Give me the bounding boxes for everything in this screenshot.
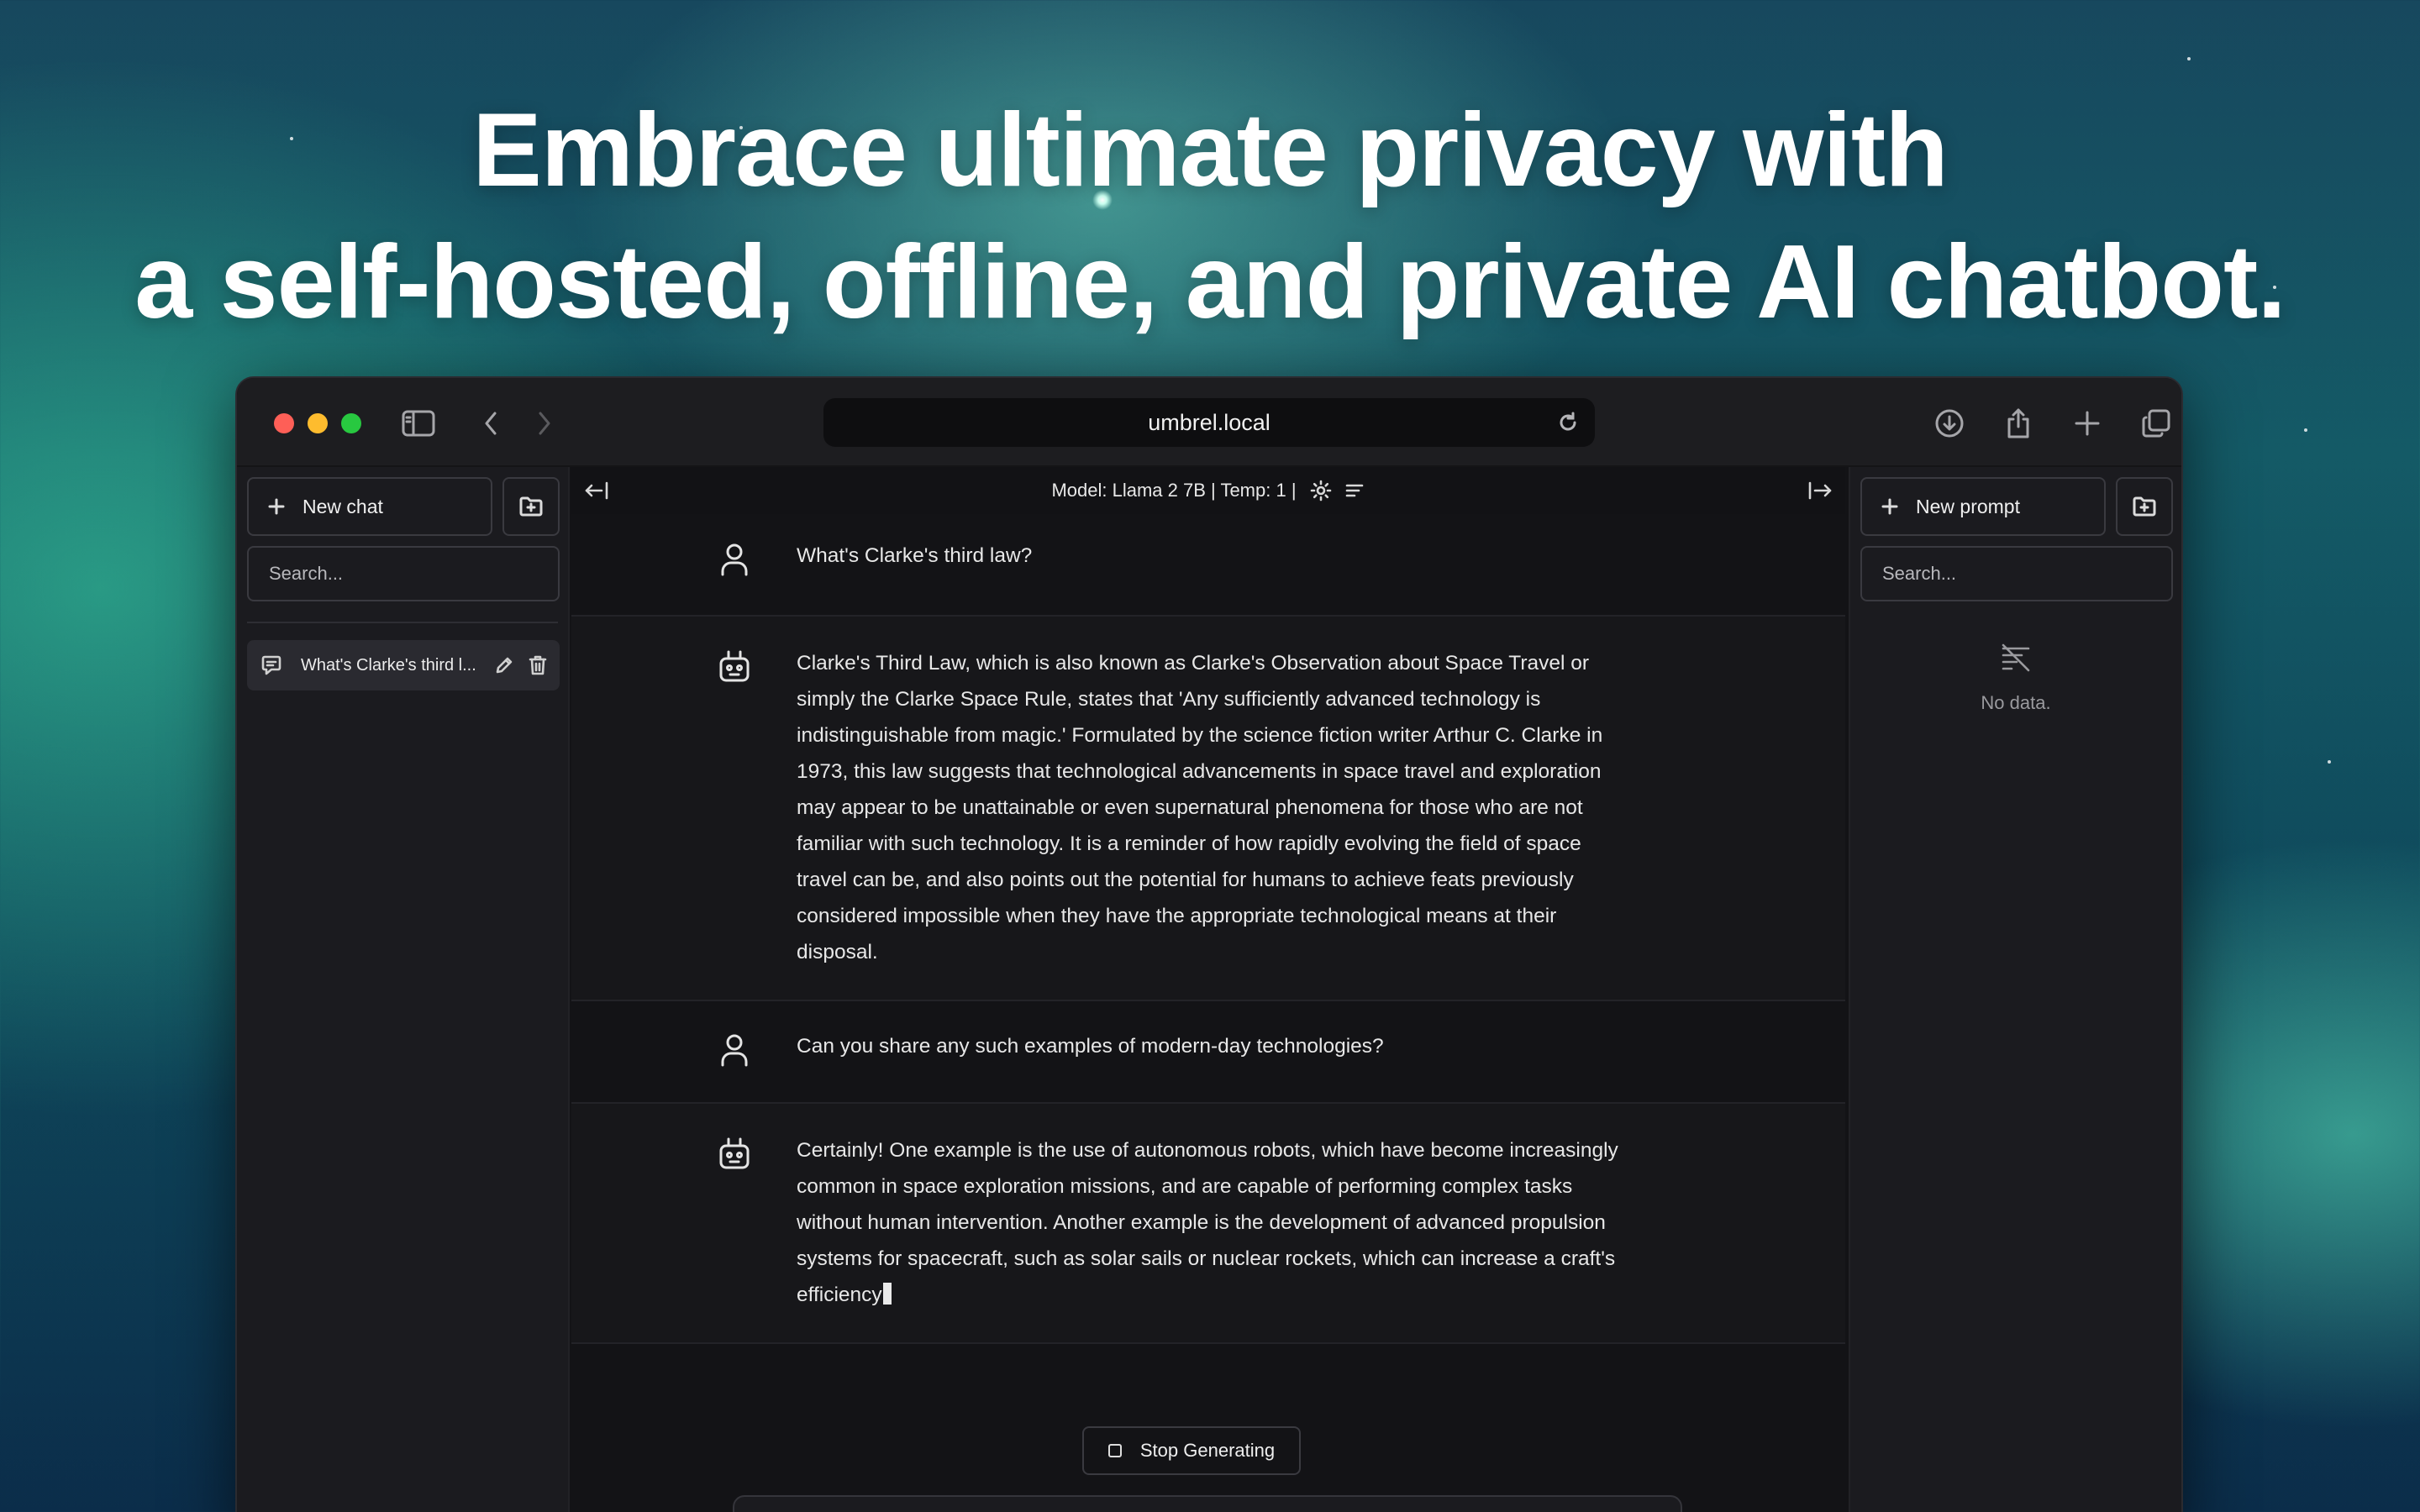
prompt-lines-icon[interactable] xyxy=(1344,480,1365,501)
back-icon[interactable] xyxy=(471,403,511,444)
conversation-item[interactable]: What's Clarke's third l... xyxy=(247,640,560,690)
close-window-button[interactable] xyxy=(274,413,294,433)
conversation-title: What's Clarke's third l... xyxy=(301,655,476,675)
new-prompt-label: New prompt xyxy=(1916,495,2020,517)
edit-pencil-icon[interactable] xyxy=(494,655,514,675)
plus-icon xyxy=(268,498,285,515)
chat-message-assistant: Certainly! One example is the use of aut… xyxy=(571,1104,1845,1344)
message-composer[interactable] xyxy=(733,1495,1682,1512)
new-folder-button[interactable] xyxy=(502,477,560,536)
chat-header: Model: Llama 2 7B | Temp: 1 | xyxy=(571,467,1845,514)
message-text-streaming: Certainly! One example is the use of aut… xyxy=(797,1132,1637,1313)
browser-titlebar: umbrel.local xyxy=(237,378,2181,467)
app-content: New chat What's Clarke's third l... Mode… xyxy=(237,467,2181,1512)
prompt-search-input[interactable] xyxy=(1860,546,2173,601)
chat-sidebar: New chat What's Clarke's third l... xyxy=(237,467,570,1512)
empty-state: No data. xyxy=(1850,643,2181,714)
address-bar-url: umbrel.local xyxy=(1148,409,1270,435)
download-icon[interactable] xyxy=(1929,403,1970,444)
browser-window: umbrel.local New chat Search... What's C… xyxy=(235,376,2183,1512)
address-bar[interactable]: umbrel.local xyxy=(823,398,1595,447)
message-text: What's Clarke's third law? xyxy=(797,544,1033,567)
reload-icon[interactable] xyxy=(1549,404,1586,441)
new-chat-button[interactable]: New chat xyxy=(247,477,492,536)
share-icon[interactable] xyxy=(1998,403,2039,444)
hero-headline-line1: Embrace ultimate privacy with xyxy=(472,92,1949,208)
background-star xyxy=(2187,57,2191,60)
new-prompt-button[interactable]: New prompt xyxy=(1860,477,2106,536)
folder-plus-icon xyxy=(2133,496,2156,517)
no-data-icon xyxy=(2002,643,2030,672)
new-tab-icon[interactable] xyxy=(2067,403,2107,444)
collapse-left-sidebar-icon[interactable] xyxy=(583,480,610,501)
message-text: Can you share any such examples of moder… xyxy=(797,1035,1384,1058)
stop-generating-label: Stop Generating xyxy=(1139,1440,1276,1461)
prompt-sidebar: New prompt No data. xyxy=(1849,467,2181,1512)
sidebar-divider xyxy=(247,622,558,623)
chat-message-assistant: Clarke's Third Law, which is also known … xyxy=(571,617,1845,1001)
tabs-overview-icon[interactable] xyxy=(2136,403,2176,444)
chat-search-input[interactable] xyxy=(247,546,560,601)
sidebar-toggle-icon[interactable] xyxy=(398,403,439,444)
new-prompt-folder-button[interactable] xyxy=(2116,477,2173,536)
chat-message-user: Can you share any such examples of moder… xyxy=(571,1001,1845,1104)
plus-icon xyxy=(1881,498,1898,515)
stop-generating-button[interactable]: Stop Generating xyxy=(1082,1426,1301,1475)
chat-main: Model: Llama 2 7B | Temp: 1 | What's Cla… xyxy=(571,467,1845,1512)
folder-plus-icon xyxy=(519,496,543,517)
model-info: Model: Llama 2 7B | Temp: 1 | xyxy=(1051,480,1297,501)
settings-gear-icon[interactable] xyxy=(1310,480,1332,501)
no-data-text: No data. xyxy=(1981,692,2051,713)
message-text: Clarke's Third Law, which is also known … xyxy=(797,652,1603,963)
collapse-right-sidebar-icon[interactable] xyxy=(1807,480,1833,501)
typing-cursor xyxy=(882,1283,892,1305)
new-chat-label: New chat xyxy=(302,495,383,517)
forward-icon[interactable] xyxy=(524,403,565,444)
user-avatar-icon xyxy=(716,541,753,578)
robot-avatar-icon xyxy=(716,1136,753,1173)
user-avatar-icon xyxy=(716,1032,753,1068)
minimize-window-button[interactable] xyxy=(308,413,328,433)
hero-headline-line2: a self-hosted, offline, and private AI c… xyxy=(134,224,2286,340)
background-star xyxy=(2328,760,2331,764)
chat-message-user: What's Clarke's third law? xyxy=(571,514,1845,617)
maximize-window-button[interactable] xyxy=(341,413,361,433)
background-star xyxy=(2304,428,2307,432)
stop-square-icon xyxy=(1107,1444,1122,1457)
chat-bubble-icon xyxy=(261,655,281,675)
trash-icon[interactable] xyxy=(528,654,548,676)
robot-avatar-icon xyxy=(716,648,753,685)
streaming-text: Certainly! One example is the use of aut… xyxy=(797,1139,1618,1306)
